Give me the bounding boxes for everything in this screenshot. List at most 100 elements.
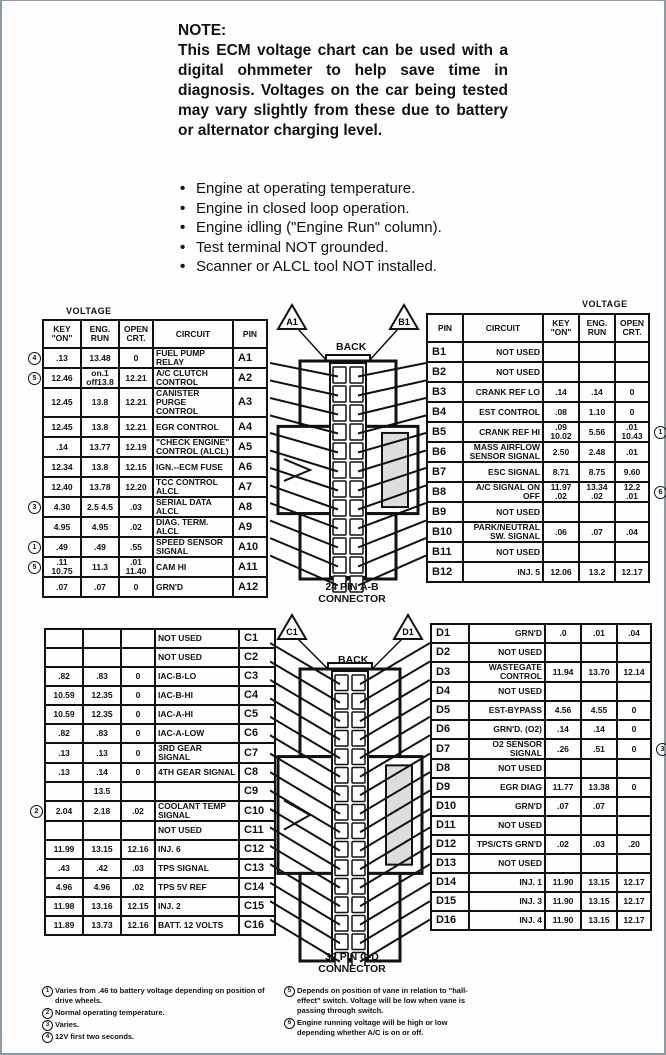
key-on-voltage: .14	[42, 436, 82, 458]
circuit-name: CRANK REF LO	[462, 381, 544, 403]
key-on-voltage: 2.50	[542, 441, 580, 463]
open-crt-voltage: 0	[120, 742, 156, 764]
pin-id: B2	[426, 361, 464, 383]
eng-run-voltage: 13.16	[82, 896, 122, 917]
table-row: D15 INJ. 3 11.90 13.15 12.17	[430, 891, 652, 912]
pin-id: D11	[430, 815, 470, 836]
key-on-voltage: .0	[544, 623, 582, 644]
footnote: 5 Depends on position of vane in relation…	[284, 986, 484, 1016]
table-header-row: PIN CIRCUIT KEY "ON" ENG. RUN OPEN CRT.	[426, 313, 650, 343]
key-on-voltage: .07	[544, 796, 582, 817]
pin-id: B12	[426, 561, 464, 583]
key-on-voltage: .11 10.75	[42, 556, 82, 578]
open-crt-voltage: 0	[118, 347, 154, 369]
circuit-name: IGN.--ECM FUSE	[152, 456, 234, 478]
footnote-number: 2	[42, 1008, 53, 1019]
pin-id: A2	[232, 367, 268, 389]
table-row: B3 CRANK REF LO .14.14 0	[426, 381, 650, 403]
eng-run-voltage: 13.8	[80, 456, 120, 478]
open-crt-voltage	[120, 781, 156, 802]
open-crt-voltage: 12.2 .01	[614, 481, 650, 503]
table-d-pins: D1 GRN'D .0.01.04 D2 NOT USED D3 WASTEGATE CON…	[430, 623, 652, 931]
open-crt-voltage: 0	[120, 762, 156, 783]
header-eng-run: ENG. RUN	[578, 313, 616, 343]
key-on-voltage	[44, 628, 84, 649]
table-a-pins: KEY "ON" ENG. RUN OPEN CRT. CIRCUIT PIN .13 13…	[42, 319, 268, 598]
pin-id: D15	[430, 891, 470, 912]
table-row: D13 NOT USED	[430, 853, 652, 874]
open-crt-voltage: 12.21	[118, 416, 154, 438]
eng-run-voltage	[580, 853, 618, 874]
footnote-number: 1	[42, 986, 53, 997]
open-crt-voltage: .03	[118, 496, 154, 518]
open-crt-voltage: 12.14	[616, 661, 652, 683]
eng-run-voltage: 4.95	[80, 516, 120, 538]
open-crt-voltage: .55	[118, 536, 154, 558]
eng-run-voltage: 13.15	[580, 910, 618, 931]
header-open-crt: OPEN CRT.	[118, 319, 154, 349]
open-crt-voltage	[614, 361, 650, 383]
table-row: .11 10.75 11.3.01 11.40 CAM HI A11	[42, 556, 268, 578]
pin-id: D2	[430, 642, 470, 663]
pin-id: A6	[232, 456, 268, 478]
eng-run-voltage: .03	[580, 834, 618, 855]
key-on-voltage: 11.94	[544, 661, 582, 683]
eng-run-voltage	[82, 820, 122, 841]
open-crt-voltage	[616, 815, 652, 836]
key-on-voltage	[544, 815, 582, 836]
circuit-name: NOT USED	[462, 541, 544, 563]
footnote-text: Depends on position of vane in relation …	[297, 986, 468, 1015]
eng-run-voltage	[578, 341, 616, 363]
pin-id: D9	[430, 777, 470, 798]
key-on-voltage: 10.59	[44, 704, 84, 725]
table-row: .13.14 0 4TH GEAR SIGNAL C8	[44, 762, 276, 783]
key-on-voltage: .14	[544, 719, 582, 740]
header-key-on: KEY "ON"	[542, 313, 580, 343]
circuit-name: NOT USED	[462, 341, 544, 363]
pin-id: A11	[232, 556, 268, 578]
table-row: 11.99 13.15 12.16 INJ. 6 C12	[44, 839, 276, 860]
key-on-voltage: .43	[44, 858, 84, 879]
circuit-name: NOT USED	[468, 681, 546, 702]
circuit-name: SERIAL DATA ALCL	[152, 496, 234, 518]
table-row: 11.89 13.73 12.16 BATT. 12 VOLTS C16	[44, 915, 276, 936]
table-row: 12.40 13.78 12.20 TCC CONTROL ALCL A7	[42, 476, 268, 498]
pin-id: A7	[232, 476, 268, 498]
table-row: .49.49.55 SPEED SENSOR SIGNAL A10	[42, 536, 268, 558]
table-row: B5 CRANK REF HI .09 10.02 5.56.01 10.43	[426, 421, 650, 443]
eng-run-voltage	[82, 647, 122, 668]
table-row: D8 NOT USED	[430, 758, 652, 779]
table-row: D1 GRN'D .0.01.04	[430, 623, 652, 644]
open-crt-voltage: .02	[120, 877, 156, 898]
open-crt-voltage: 0	[120, 666, 156, 687]
note-marker: 5	[28, 561, 41, 574]
eng-run-voltage: 13.38	[580, 777, 618, 798]
header-key-on: KEY "ON"	[42, 319, 82, 349]
pin-id: A3	[232, 387, 268, 418]
key-on-voltage	[542, 361, 580, 383]
key-on-voltage: 11.90	[544, 910, 582, 931]
open-crt-voltage: 0	[120, 723, 156, 744]
header-pin: PIN	[232, 319, 268, 349]
circuit-name: BATT. 12 VOLTS	[154, 915, 240, 936]
pin-id: A12	[232, 576, 268, 598]
eng-run-voltage: .42	[82, 858, 122, 879]
key-on-voltage: .13	[44, 762, 84, 783]
eng-run-voltage: .07	[578, 521, 616, 543]
circuit-name: NOT USED	[468, 642, 546, 663]
table-row: NOT USED C1	[44, 628, 276, 649]
open-crt-voltage: 12.21	[118, 387, 154, 418]
condition-item: Scanner or ALCL tool NOT installed.	[178, 257, 442, 277]
open-crt-voltage: 12.21	[118, 367, 154, 389]
circuit-name: IAC-B-LO	[154, 666, 240, 687]
key-on-voltage: 12.34	[42, 456, 82, 478]
eng-run-voltage: 13.15	[82, 839, 122, 860]
connector-cd-label-line2: CONNECTOR	[318, 963, 386, 975]
key-on-voltage: .82	[44, 723, 84, 744]
pin-id: D16	[430, 910, 470, 931]
circuit-name: 3RD GEAR SIGNAL	[154, 742, 240, 764]
table-row: NOT USED C11	[44, 820, 276, 841]
open-crt-voltage: 0	[616, 738, 652, 760]
eng-run-voltage: .83	[82, 723, 122, 744]
table-row: 11.98 13.16 12.15 INJ. 2 C15	[44, 896, 276, 917]
